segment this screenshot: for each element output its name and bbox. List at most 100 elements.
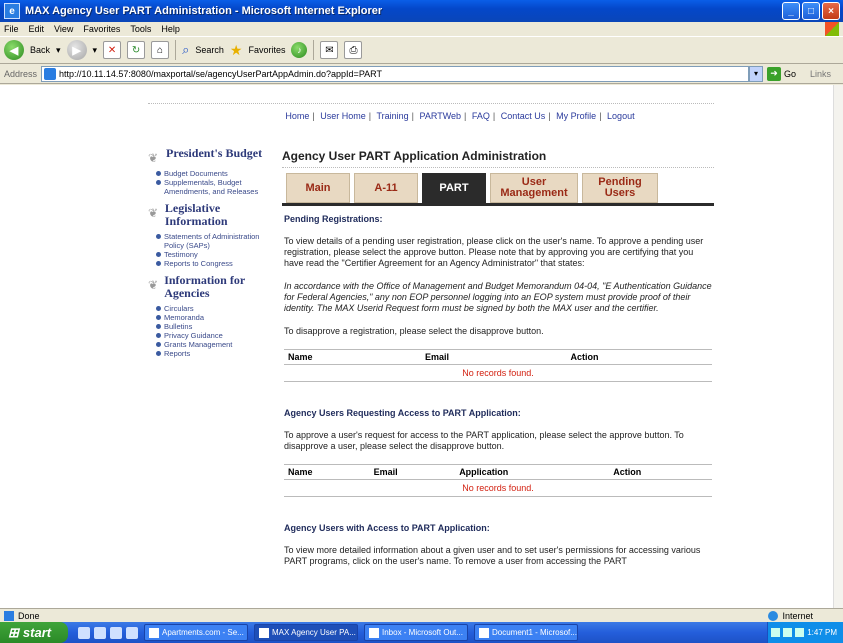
toolbar: ◀ Back ▾ ▶ ▾ ✕ ↻ ⌂ ⌕ Search ★ Favorites … xyxy=(0,36,843,64)
address-dropdown-icon[interactable]: ▾ xyxy=(749,65,764,82)
browser-viewport: Home | User Home | Training | PARTWeb | FAQ |… xyxy=(0,85,833,608)
go-label[interactable]: Go xyxy=(784,69,796,79)
search-icon[interactable]: ⌕ xyxy=(182,42,189,58)
nav-my-profile[interactable]: My Profile xyxy=(556,111,596,121)
users-with-access-instructions: To view more detailed information about … xyxy=(284,545,701,566)
favorites-star-icon[interactable]: ★ xyxy=(230,42,243,59)
print-icon[interactable]: ⎙ xyxy=(344,41,363,59)
sidebar-item-memoranda[interactable]: Memoranda xyxy=(156,313,276,322)
status-bar: Done Internet xyxy=(0,608,843,622)
tab-pending-users[interactable]: Pending Users xyxy=(582,173,658,203)
forward-arrow-icon[interactable]: ▶ xyxy=(66,40,87,60)
sidebar-heading[interactable]: Legislative Information xyxy=(165,202,276,228)
stop-icon[interactable]: ✕ xyxy=(103,41,122,59)
quick-launch-word-icon[interactable] xyxy=(126,626,138,639)
tab-a11[interactable]: A-11 xyxy=(354,173,418,203)
windows-logo-icon xyxy=(825,22,839,36)
no-records-message: No records found. xyxy=(284,479,712,497)
tab-main[interactable]: Main xyxy=(286,173,350,203)
taskbar-item-apartments[interactable]: Apartments.com - Se... xyxy=(144,624,248,641)
column-header-action: Action xyxy=(566,349,712,365)
go-arrow-icon[interactable]: ➜ xyxy=(767,66,782,81)
search-button-label[interactable]: Search xyxy=(195,45,224,55)
sidebar-heading[interactable]: Information for Agencies xyxy=(164,274,276,300)
nav-partweb[interactable]: PARTWeb xyxy=(420,111,462,121)
clock[interactable]: 1:47 PM xyxy=(807,628,837,637)
sidebar-item-reports-to-congress[interactable]: Reports to Congress xyxy=(156,259,276,268)
address-input[interactable]: http://10.11.14.57:8080/maxportal/se/age… xyxy=(41,65,750,82)
links-label[interactable]: Links xyxy=(810,69,831,79)
back-arrow-icon[interactable]: ◀ xyxy=(4,40,24,60)
zone-label: Internet xyxy=(782,610,813,621)
forward-dropdown-icon[interactable]: ▾ xyxy=(93,45,98,56)
column-header-email[interactable]: Email xyxy=(420,349,567,365)
sidebar-item-saps[interactable]: Statements of Administration Policy (SAP… xyxy=(156,232,276,250)
column-header-name[interactable]: Name xyxy=(284,349,421,365)
quick-launch-outlook-icon[interactable] xyxy=(94,626,106,639)
maximize-button[interactable]: □ xyxy=(802,2,820,20)
menu-tools[interactable]: Tools xyxy=(130,24,151,34)
favorites-button-label[interactable]: Favorites xyxy=(248,45,285,55)
menu-file[interactable]: File xyxy=(4,24,19,34)
requesting-access-heading: Agency Users Requesting Access to PART A… xyxy=(284,408,521,418)
column-header-email[interactable]: Email xyxy=(369,464,456,480)
sidebar-item-reports[interactable]: Reports xyxy=(156,349,276,358)
tab-user-management[interactable]: User Management xyxy=(490,173,578,203)
column-header-name[interactable]: Name xyxy=(284,464,370,480)
menu-help[interactable]: Help xyxy=(161,24,180,34)
table-row: No records found. xyxy=(284,479,712,497)
vertical-scrollbar[interactable] xyxy=(833,85,843,608)
menu-view[interactable]: View xyxy=(54,24,73,34)
start-button[interactable]: ⊞ start xyxy=(0,622,68,643)
sidebar-item-grants-management[interactable]: Grants Management xyxy=(156,340,276,349)
sidebar-heading[interactable]: President's Budget xyxy=(166,147,262,160)
taskbar-item-document1[interactable]: Document1 - Microsof... xyxy=(474,624,578,641)
nav-contact-us[interactable]: Contact Us xyxy=(501,111,546,121)
go-button[interactable]: ➜ Go xyxy=(767,66,796,81)
eagle-seal-icon: ❦ xyxy=(148,206,159,220)
refresh-icon[interactable]: ↻ xyxy=(127,41,146,59)
windows-flag-icon: ⊞ xyxy=(8,624,19,640)
volume-icon[interactable] xyxy=(795,628,805,637)
sidebar-item-testimony[interactable]: Testimony xyxy=(156,250,276,259)
media-icon[interactable]: ♪ xyxy=(291,42,308,58)
nav-user-home[interactable]: User Home xyxy=(320,111,366,121)
sidebar-item-supplementals[interactable]: Supplementals, Budget Amendments, and Re… xyxy=(156,178,276,196)
close-button[interactable]: × xyxy=(822,2,840,20)
sidebar-item-privacy-guidance[interactable]: Privacy Guidance xyxy=(156,331,276,340)
taskbar-item-max-agency[interactable]: MAX Agency User PA... xyxy=(254,624,358,641)
home-icon[interactable]: ⌂ xyxy=(151,41,170,59)
address-label: Address xyxy=(4,68,38,79)
back-dropdown-icon[interactable]: ▾ xyxy=(56,45,61,56)
tray-icon[interactable] xyxy=(783,628,793,637)
task-label: MAX Agency User PA... xyxy=(272,628,356,637)
address-url[interactable]: http://10.11.14.57:8080/maxportal/se/age… xyxy=(59,69,382,79)
word-task-icon xyxy=(479,627,489,638)
nav-home[interactable]: Home xyxy=(285,111,309,121)
tab-part[interactable]: PART xyxy=(422,173,486,203)
nav-faq[interactable]: FAQ xyxy=(472,111,490,121)
page-title: Agency User PART Application Administrat… xyxy=(282,147,714,168)
table-header-row: Name Email Action xyxy=(284,349,712,365)
minimize-button[interactable]: _ xyxy=(782,2,800,20)
column-header-application[interactable]: Application xyxy=(455,464,610,480)
back-button-label[interactable]: Back xyxy=(30,45,50,55)
start-label[interactable]: start xyxy=(23,625,51,640)
taskbar-item-inbox[interactable]: Inbox - Microsoft Out... xyxy=(364,624,468,641)
users-with-access-heading: Agency Users with Access to PART Applica… xyxy=(284,523,490,533)
security-zone: Internet xyxy=(768,610,813,621)
sidebar-item-bulletins[interactable]: Bulletins xyxy=(156,322,276,331)
tray-icon[interactable] xyxy=(771,628,781,637)
menu-favorites[interactable]: Favorites xyxy=(83,24,120,34)
quick-launch-desktop-icon[interactable] xyxy=(110,626,122,639)
menu-edit[interactable]: Edit xyxy=(29,24,45,34)
status-text: Done xyxy=(18,610,40,621)
mail-icon[interactable]: ✉ xyxy=(320,41,339,59)
sidebar-item-budget-documents[interactable]: Budget Documents xyxy=(156,169,276,178)
sidebar-item-circulars[interactable]: Circulars xyxy=(156,304,276,313)
nav-training[interactable]: Training xyxy=(376,111,408,121)
quick-launch-ie-icon[interactable] xyxy=(78,626,90,639)
nav-logout[interactable]: Logout xyxy=(607,111,635,121)
ie-task-icon xyxy=(149,627,159,638)
task-label: Apartments.com - Se... xyxy=(162,628,244,637)
